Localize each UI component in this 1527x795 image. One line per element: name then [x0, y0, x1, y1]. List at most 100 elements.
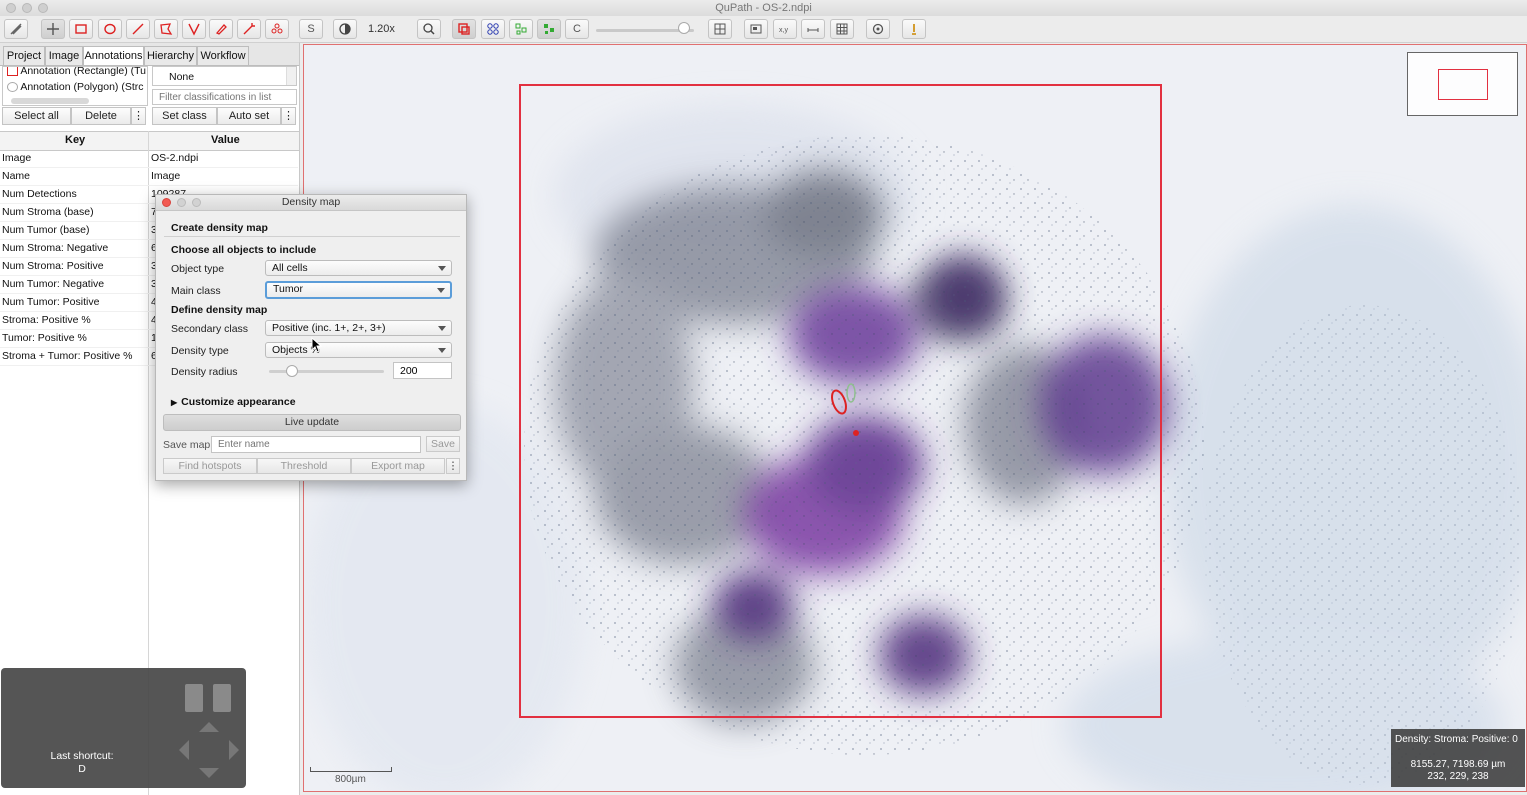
- main-toolbar: S 1.20x C x,y: [0, 16, 1527, 43]
- dialog-title: Density map: [281, 196, 341, 208]
- row-key: Num Stroma (base): [2, 206, 94, 218]
- define-heading: Define density map: [171, 304, 268, 316]
- more-class-options-button[interactable]: ⋮: [281, 107, 296, 125]
- row-key: Num Tumor: Negative: [2, 278, 105, 290]
- chevron-down-icon: [438, 348, 446, 353]
- close-dialog-icon[interactable]: [162, 198, 171, 207]
- filter-classifications-input[interactable]: [152, 89, 297, 105]
- set-class-button[interactable]: Set class: [152, 107, 217, 125]
- opacity-slider-knob[interactable]: [678, 22, 691, 34]
- density-radius-slider-knob[interactable]: [286, 365, 298, 377]
- tab-hierarchy[interactable]: Hierarchy: [144, 46, 197, 65]
- minimize-dialog-icon[interactable]: [177, 198, 186, 207]
- tab-project[interactable]: Project: [3, 46, 45, 65]
- row-key: Stroma + Tumor: Positive %: [2, 350, 133, 362]
- maximize-dialog-icon[interactable]: [192, 198, 201, 207]
- grid-icon[interactable]: [830, 19, 854, 39]
- polygon-icon: [7, 82, 18, 93]
- more-options-button[interactable]: ⋮: [446, 458, 460, 474]
- zoom-level: 1.20x: [368, 23, 395, 35]
- show-detections-icon[interactable]: [509, 19, 533, 39]
- list-item[interactable]: Annotation (Rectangle) (Tu: [7, 66, 147, 77]
- chevron-down-icon: [438, 266, 446, 271]
- scalebar-icon[interactable]: [801, 19, 825, 39]
- threshold-button[interactable]: Threshold: [257, 458, 351, 474]
- value-column-header[interactable]: Value: [211, 134, 240, 146]
- wand-icon[interactable]: [237, 19, 261, 39]
- brush-icon[interactable]: [209, 19, 233, 39]
- chevron-down-icon: [438, 326, 446, 331]
- classification-list[interactable]: None: [152, 66, 297, 86]
- move-icon[interactable]: [4, 19, 28, 39]
- table-row[interactable]: Image OS-2.ndpi: [0, 149, 298, 168]
- last-shortcut-overlay: Last shortcut: D: [1, 668, 246, 788]
- row-key: Image: [2, 152, 32, 164]
- row-key: Num Stroma: Positive: [2, 260, 104, 272]
- settings-icon[interactable]: [866, 19, 890, 39]
- density-radius-input[interactable]: [393, 362, 452, 379]
- object-type-select[interactable]: All cells: [265, 260, 452, 276]
- last-shortcut-key: D: [78, 763, 86, 775]
- grid-view-icon[interactable]: [708, 19, 732, 39]
- selection-mode-button[interactable]: S: [299, 19, 323, 39]
- export-map-button[interactable]: Export map: [351, 458, 445, 474]
- secondary-class-select[interactable]: Positive (inc. 1+, 2+, 3+): [265, 320, 452, 336]
- mouse-button-right-icon: [213, 684, 231, 712]
- main-class-value: Tumor: [273, 283, 303, 295]
- row-key: Name: [2, 170, 31, 182]
- polygon-icon[interactable]: [154, 19, 178, 39]
- list-item[interactable]: None: [169, 71, 194, 83]
- polyline-icon[interactable]: [182, 19, 206, 39]
- customize-appearance-toggle[interactable]: ▶ Customize appearance: [171, 396, 296, 408]
- annotation-list[interactable]: Annotation (Rectangle) (Tu Annotation (P…: [2, 66, 148, 106]
- save-map-button[interactable]: Save: [426, 436, 460, 452]
- overview-icon[interactable]: [744, 19, 768, 39]
- density-readout: Density: Stroma: Positive: 0: [1395, 734, 1518, 745]
- vertical-scrollbar[interactable]: [286, 67, 296, 85]
- overview-thumbnail[interactable]: [1407, 52, 1518, 116]
- object-type-label: Object type: [171, 263, 225, 275]
- fill-detections-icon[interactable]: [537, 19, 561, 39]
- rectangle-icon[interactable]: [69, 19, 93, 39]
- location-icon[interactable]: x,y: [773, 19, 797, 39]
- annotation-label: Annotation (Rectangle) (Tu: [20, 66, 147, 77]
- delete-button[interactable]: Delete: [71, 107, 131, 125]
- object-type-value: All cells: [272, 262, 308, 274]
- table-row[interactable]: Name Image: [0, 167, 298, 186]
- show-annotations-icon[interactable]: [452, 19, 476, 39]
- pan-icon[interactable]: [41, 19, 65, 39]
- density-type-select[interactable]: Objects %: [265, 342, 452, 358]
- more-annotation-options-button[interactable]: ⋮: [131, 107, 146, 125]
- chevron-right-icon: ▶: [171, 398, 178, 407]
- main-class-select[interactable]: Tumor: [265, 281, 452, 299]
- overview-viewport-box: [1438, 69, 1488, 100]
- show-tma-icon[interactable]: [481, 19, 505, 39]
- row-key: Num Tumor: Positive: [2, 296, 100, 308]
- tab-image[interactable]: Image: [45, 46, 83, 65]
- key-column-header[interactable]: Key: [65, 134, 85, 146]
- list-item[interactable]: Annotation (Polygon) (Strc: [7, 81, 144, 93]
- map-name-input[interactable]: [211, 436, 421, 453]
- line-icon[interactable]: [126, 19, 150, 39]
- row-key: Stroma: Positive %: [2, 314, 91, 326]
- zoom-to-fit-icon[interactable]: [417, 19, 441, 39]
- row-value: OS-2.ndpi: [151, 152, 199, 164]
- horizontal-scrollbar[interactable]: [11, 98, 89, 104]
- ellipse-icon[interactable]: [98, 19, 122, 39]
- secondary-class-label: Secondary class: [171, 323, 249, 335]
- brightness-contrast-icon[interactable]: [333, 19, 357, 39]
- select-all-button[interactable]: Select all: [2, 107, 71, 125]
- log-icon[interactable]: [902, 19, 926, 39]
- density-type-label: Density type: [171, 345, 229, 357]
- image-viewer[interactable]: 800µm Density: Stroma: Positive: 0 8155.…: [303, 44, 1527, 792]
- points-icon[interactable]: [265, 19, 289, 39]
- tab-annotations[interactable]: Annotations: [83, 46, 144, 65]
- show-connections-button[interactable]: C: [565, 19, 589, 39]
- live-update-toggle[interactable]: Live update: [163, 414, 461, 431]
- rectangle-icon: [7, 67, 18, 77]
- rectangle-annotation[interactable]: [519, 84, 1162, 718]
- auto-set-button[interactable]: Auto set: [217, 107, 281, 125]
- find-hotspots-button[interactable]: Find hotspots: [163, 458, 257, 474]
- svg-text:x,y: x,y: [779, 27, 788, 34]
- tab-workflow[interactable]: Workflow: [197, 46, 249, 65]
